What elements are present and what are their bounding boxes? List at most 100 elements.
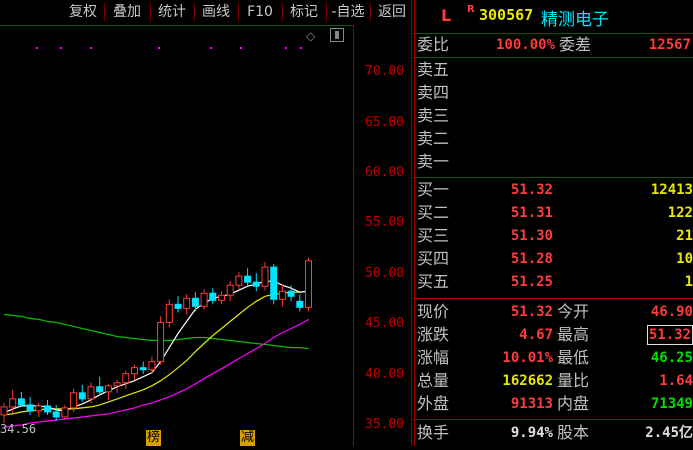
event-marker-reduce[interactable]: 减 bbox=[240, 430, 256, 446]
bid-volume: 12413 bbox=[650, 182, 693, 198]
candle[interactable] bbox=[52, 404, 60, 421]
signal-dot bbox=[158, 47, 160, 49]
candle-body bbox=[252, 281, 260, 287]
candle[interactable] bbox=[35, 402, 43, 417]
y-tick: 50.00 bbox=[365, 266, 405, 281]
candle[interactable] bbox=[26, 396, 34, 415]
inner-volume-value: 71349 bbox=[650, 396, 693, 412]
candle[interactable] bbox=[252, 273, 260, 292]
candle[interactable] bbox=[244, 268, 252, 287]
candle[interactable] bbox=[78, 384, 86, 402]
candle[interactable] bbox=[0, 402, 8, 423]
candle-body bbox=[148, 361, 156, 371]
panel-left-border bbox=[411, 0, 412, 446]
candle-body bbox=[226, 284, 234, 296]
outer-volume-label: 外盘 bbox=[417, 394, 450, 413]
candle[interactable] bbox=[139, 361, 147, 374]
candle-body bbox=[278, 290, 286, 300]
back-button[interactable]: 返回 bbox=[371, 0, 413, 24]
bid-price: 51.31 bbox=[510, 205, 553, 221]
candle[interactable] bbox=[183, 294, 191, 315]
candle-body bbox=[0, 406, 8, 416]
event-marker-list[interactable]: 榜 bbox=[146, 430, 162, 446]
candle[interactable] bbox=[61, 404, 69, 419]
statistics-button[interactable]: 统计 bbox=[151, 0, 193, 24]
candle[interactable] bbox=[218, 291, 225, 305]
candle[interactable] bbox=[148, 356, 156, 374]
signal-dot bbox=[285, 47, 287, 49]
candle[interactable] bbox=[174, 296, 182, 313]
candle[interactable] bbox=[165, 299, 173, 328]
overlay-button[interactable]: 叠加 bbox=[106, 0, 148, 24]
turnover-label: 换手 bbox=[417, 423, 450, 442]
candle[interactable] bbox=[122, 370, 130, 389]
candle[interactable] bbox=[226, 281, 234, 302]
y-tick: 55.00 bbox=[365, 215, 405, 230]
panel-divider bbox=[413, 419, 693, 420]
signal-dot bbox=[210, 47, 212, 49]
toolbar-divider bbox=[104, 3, 105, 21]
kline-chart[interactable]: ◇ 34.56 榜 减 bbox=[0, 25, 353, 446]
candle-body bbox=[35, 405, 43, 412]
candle-body bbox=[270, 266, 278, 300]
mark-button[interactable]: 标记 bbox=[283, 0, 325, 24]
chart-toolbar: 复权 叠加 统计 画线 F10 标记 -自选 返回 bbox=[0, 0, 413, 25]
restore-rights-button[interactable]: 复权 bbox=[62, 0, 104, 24]
f10-button[interactable]: F10 bbox=[239, 0, 281, 24]
candle-body bbox=[305, 260, 312, 308]
candle[interactable] bbox=[96, 376, 104, 396]
candle[interactable] bbox=[200, 289, 208, 310]
candle[interactable] bbox=[261, 262, 269, 291]
candle-body bbox=[209, 292, 217, 301]
candle[interactable] bbox=[270, 264, 278, 305]
candle[interactable] bbox=[87, 382, 95, 403]
toggle-panel-icon[interactable] bbox=[330, 28, 344, 42]
candle-body bbox=[122, 373, 130, 384]
candle[interactable] bbox=[17, 391, 25, 407]
candle[interactable] bbox=[104, 383, 112, 400]
signal-dot bbox=[240, 47, 242, 49]
candle[interactable] bbox=[131, 364, 138, 380]
candle[interactable] bbox=[157, 316, 165, 365]
candle[interactable] bbox=[235, 272, 243, 290]
diamond-icon[interactable]: ◇ bbox=[306, 30, 318, 42]
change-label: 涨跌 bbox=[417, 325, 450, 344]
draw-line-button[interactable]: 画线 bbox=[195, 0, 237, 24]
bid-row[interactable]: 买四 51.28 10 bbox=[413, 248, 693, 270]
candle-body bbox=[61, 407, 69, 418]
candle[interactable] bbox=[305, 258, 312, 312]
bid-row[interactable]: 买一 51.32 12413 bbox=[413, 179, 693, 201]
panel-divider bbox=[413, 177, 693, 178]
quote-row: 总量 162662 量比 1.64 bbox=[413, 370, 693, 392]
candle-body bbox=[113, 382, 121, 387]
stock-name: 精测电子 bbox=[541, 10, 609, 30]
y-tick: 70.00 bbox=[365, 64, 405, 79]
bid-row[interactable]: 买三 51.30 21 bbox=[413, 225, 693, 247]
ask-row[interactable]: 卖一 bbox=[413, 151, 693, 173]
quote-row: 现价 51.32 今开 46.90 bbox=[413, 301, 693, 323]
y-tick: 45.00 bbox=[365, 316, 405, 331]
candle[interactable] bbox=[209, 288, 217, 305]
candle[interactable] bbox=[44, 399, 51, 415]
ma5-line bbox=[3, 280, 309, 414]
outer-volume-value: 91313 bbox=[510, 396, 553, 412]
candle-body bbox=[131, 367, 138, 375]
ask-row[interactable]: 卖五 bbox=[413, 59, 693, 81]
ask-row[interactable]: 卖二 bbox=[413, 128, 693, 150]
candle-body bbox=[183, 297, 191, 309]
low-label: 最低 bbox=[557, 348, 590, 367]
share-capital-label: 股本 bbox=[557, 423, 590, 442]
bid-row[interactable]: 买二 51.31 122 bbox=[413, 202, 693, 224]
remove-watchlist-button[interactable]: -自选 bbox=[327, 0, 369, 24]
high-label: 最高 bbox=[557, 325, 590, 344]
signal-dot bbox=[36, 47, 38, 49]
ask-row[interactable]: 卖四 bbox=[413, 82, 693, 104]
candle-body bbox=[165, 303, 173, 323]
volume-label: 总量 bbox=[417, 371, 450, 390]
panel-divider bbox=[413, 298, 693, 299]
volume-value: 162662 bbox=[502, 373, 553, 389]
ask-row[interactable]: 卖三 bbox=[413, 105, 693, 127]
candle[interactable] bbox=[278, 284, 286, 307]
bid-row[interactable]: 买五 51.25 1 bbox=[413, 271, 693, 293]
candle[interactable] bbox=[296, 294, 304, 312]
